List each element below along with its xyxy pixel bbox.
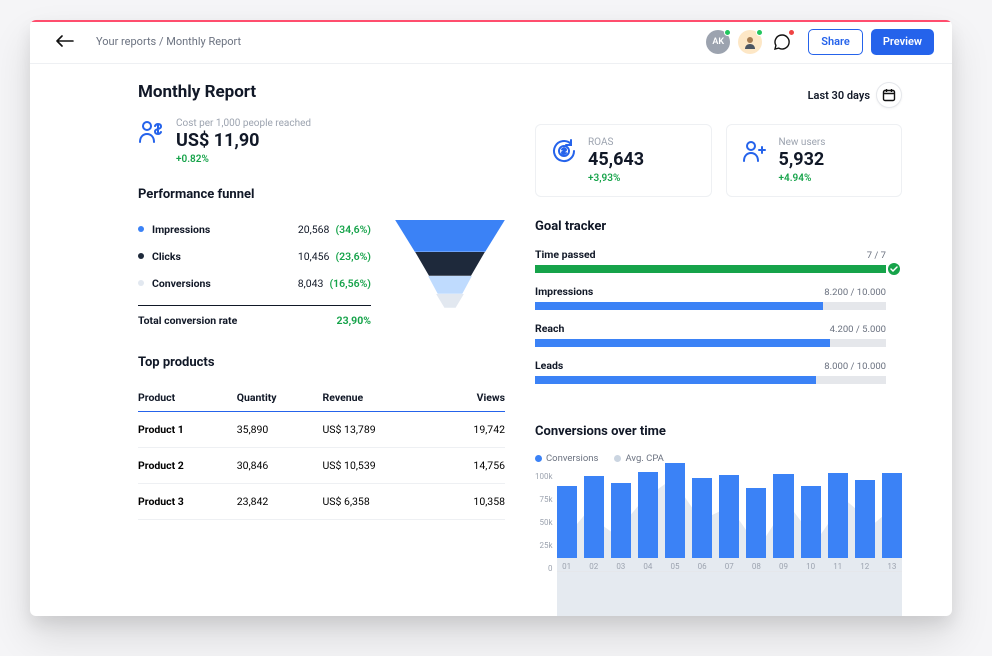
funnel-title: Performance funnel bbox=[138, 187, 505, 202]
bar: 12 bbox=[855, 480, 875, 571]
kpi-roas: ROAS 45,643 +3,93% bbox=[535, 124, 712, 197]
avatar-user-1[interactable]: AK bbox=[706, 30, 730, 54]
col-product: Product bbox=[138, 384, 237, 412]
conversions-chart: 100k75k50k25k0 0102030405060708091011121… bbox=[535, 472, 902, 587]
breadcrumb-current: Monthly Report bbox=[166, 35, 241, 48]
bar: 06 bbox=[692, 478, 712, 571]
kpi-delta: +0.82% bbox=[176, 154, 311, 165]
bar: 02 bbox=[584, 476, 604, 571]
kpi-value: 5,932 bbox=[779, 150, 826, 171]
app-window: Your reports / Monthly Report AK Share P… bbox=[30, 20, 952, 616]
kpi-label: Cost per 1,000 people reached bbox=[176, 118, 311, 129]
kpi-cost-per-reach: Cost per 1,000 people reached US$ 11,90 … bbox=[138, 118, 505, 165]
bar: 10 bbox=[801, 486, 821, 571]
roas-icon bbox=[550, 137, 578, 165]
bar: 04 bbox=[638, 472, 658, 571]
legend-dot-icon bbox=[614, 455, 621, 462]
kpi-value: US$ 11,90 bbox=[176, 131, 311, 152]
bar: 05 bbox=[665, 463, 685, 571]
person-dollar-icon bbox=[138, 118, 166, 146]
status-dot-icon bbox=[756, 29, 763, 36]
kpi-label: ROAS bbox=[588, 137, 644, 148]
goal-row: Leads8.000 / 10.000 bbox=[535, 359, 886, 384]
chart-legend: Conversions Avg. CPA bbox=[535, 453, 902, 464]
notification-dot-icon bbox=[788, 29, 795, 36]
bar: 01 bbox=[557, 486, 577, 571]
goal-row: Impressions8.200 / 10.000 bbox=[535, 285, 886, 310]
chart-title: Conversions over time bbox=[535, 424, 902, 439]
bar: 11 bbox=[828, 473, 848, 571]
bar: 03 bbox=[611, 483, 631, 571]
legend-dot-icon bbox=[535, 455, 542, 462]
share-button[interactable]: Share bbox=[808, 29, 863, 55]
top-products-table: Product Quantity Revenue Views Product 1… bbox=[138, 384, 505, 520]
user-plus-icon bbox=[741, 137, 769, 165]
col-quantity: Quantity bbox=[237, 384, 323, 412]
left-column: Monthly Report Cost per 1,000 people rea… bbox=[138, 82, 505, 596]
kpi-value: 45,643 bbox=[588, 150, 644, 171]
kpi-delta: +3,93% bbox=[588, 173, 644, 184]
breadcrumb[interactable]: Your reports / Monthly Report bbox=[96, 35, 241, 48]
topbar: Your reports / Monthly Report AK Share P… bbox=[30, 20, 952, 64]
funnel-row: Impressions20,568 (34,6%) bbox=[138, 216, 371, 243]
goal-row: Time passed7 / 7 bbox=[535, 248, 886, 273]
breadcrumb-parent: Your reports bbox=[96, 35, 156, 48]
avatar-user-2[interactable] bbox=[738, 30, 762, 54]
goals-list: Time passed7 / 7 Impressions8.200 / 10.0… bbox=[535, 248, 902, 396]
right-column: Last 30 days ROAS 45,643 +3,93% bbox=[535, 82, 902, 596]
funnel-row: Conversions8,043 (16,56%) bbox=[138, 270, 371, 297]
funnel-row: Clicks10,456 (23,6%) bbox=[138, 243, 371, 270]
back-button[interactable] bbox=[48, 28, 82, 55]
bar: 08 bbox=[746, 488, 766, 571]
col-views: Views bbox=[437, 384, 505, 412]
bar: 07 bbox=[719, 475, 739, 571]
kpi-new-users: New users 5,932 +4.94% bbox=[726, 124, 903, 197]
col-revenue: Revenue bbox=[323, 384, 437, 412]
bar: 09 bbox=[773, 474, 793, 571]
kpi-delta: +4.94% bbox=[779, 173, 826, 184]
chat-icon[interactable] bbox=[770, 30, 794, 54]
page-title: Monthly Report bbox=[138, 82, 256, 102]
status-dot-icon bbox=[724, 29, 731, 36]
products-title: Top products bbox=[138, 355, 505, 370]
date-range-label: Last 30 days bbox=[808, 89, 870, 102]
funnel-list: Impressions20,568 (34,6%)Clicks10,456 (2… bbox=[138, 216, 371, 327]
goal-row: Reach4.200 / 5.000 bbox=[535, 322, 886, 347]
check-icon bbox=[888, 263, 900, 275]
kpi-label: New users bbox=[779, 137, 826, 148]
calendar-button[interactable] bbox=[876, 82, 902, 108]
preview-button[interactable]: Preview bbox=[871, 29, 934, 55]
goals-title: Goal tracker bbox=[535, 219, 902, 234]
bar: 13 bbox=[882, 473, 902, 571]
table-row: Product 323,842US$ 6,35810,358 bbox=[138, 483, 505, 519]
funnel-chart bbox=[395, 220, 505, 316]
table-row: Product 230,846US$ 10,53914,756 bbox=[138, 447, 505, 483]
table-row: Product 135,890US$ 13,78919,742 bbox=[138, 411, 505, 447]
